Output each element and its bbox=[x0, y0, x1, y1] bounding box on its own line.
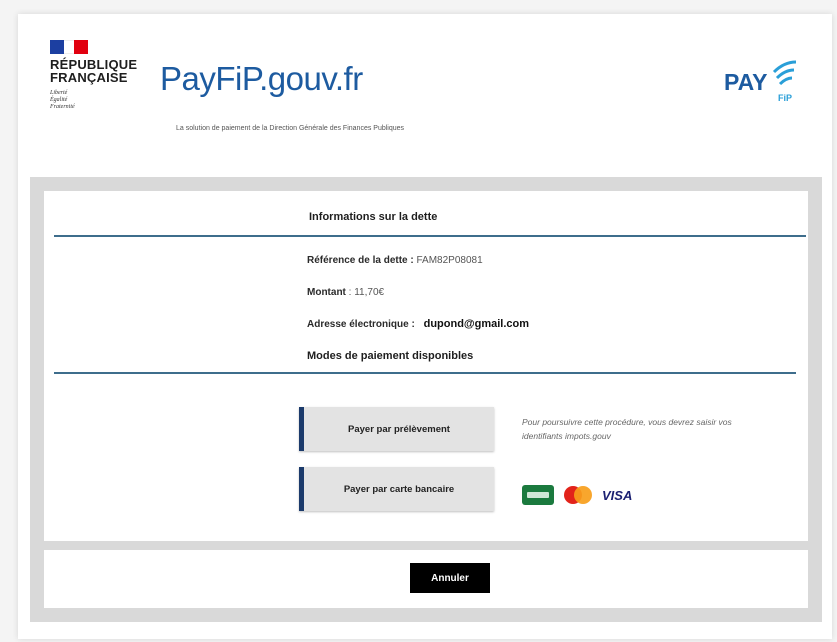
francaise-line: FRANÇAISE bbox=[50, 70, 128, 85]
devise-text: Liberté Égalité Fraternité bbox=[50, 90, 75, 111]
debt-reference: Référence de la dette : FAM82P08081 bbox=[307, 255, 483, 266]
debt-email-label: Adresse électronique : bbox=[307, 319, 415, 330]
card-logos: VISA bbox=[522, 485, 632, 505]
devise-egalite: Égalité bbox=[50, 97, 68, 103]
debt-amount-value: : 11,70€ bbox=[348, 287, 385, 298]
debt-info-title: Informations sur la dette bbox=[309, 211, 438, 223]
mastercard-icon bbox=[562, 485, 594, 505]
cb-card-icon bbox=[522, 485, 554, 505]
pay-by-debit-button[interactable]: Payer par prélèvement bbox=[299, 407, 494, 451]
debt-amount: Montant : 11,70€ bbox=[307, 287, 384, 298]
debit-notice: Pour poursuivre cette procédure, vous de… bbox=[522, 417, 732, 441]
payfip-logo: PAY FiP bbox=[724, 60, 797, 103]
devise-liberte: Liberté bbox=[50, 90, 68, 96]
debt-reference-value: FAM82P08081 bbox=[416, 255, 483, 266]
debt-email: Adresse électronique : dupond@gmail.com bbox=[307, 318, 529, 330]
payfip-logo-text: PAY bbox=[724, 69, 767, 95]
footer-card: Annuler bbox=[44, 550, 808, 608]
debt-email-value: dupond@gmail.com bbox=[423, 318, 530, 330]
payfip-logo-sub: FiP bbox=[778, 93, 792, 103]
pay-by-card-button[interactable]: Payer par carte bancaire bbox=[299, 467, 494, 511]
site-title: PayFiP.gouv.fr bbox=[160, 60, 363, 97]
site-tagline: La solution de paiement de la Direction … bbox=[176, 125, 405, 132]
debt-card: Informations sur la dette Référence de l… bbox=[44, 191, 808, 541]
debt-reference-label: Référence de la dette : bbox=[307, 255, 414, 266]
cancel-button[interactable]: Annuler bbox=[410, 563, 490, 593]
republique-francaise-label: RÉPUBLIQUE FRANÇAISE bbox=[50, 58, 137, 84]
section-divider bbox=[54, 235, 806, 237]
french-flag-icon bbox=[50, 40, 88, 54]
section-divider bbox=[54, 372, 796, 374]
content-panel: Informations sur la dette Référence de l… bbox=[30, 177, 822, 622]
devise-fraternite: Fraternité bbox=[50, 104, 75, 110]
visa-icon: VISA bbox=[602, 487, 633, 503]
payment-page: RÉPUBLIQUE FRANÇAISE Liberté Égalité Fra… bbox=[18, 14, 832, 639]
debt-amount-label: Montant bbox=[307, 287, 346, 298]
payment-modes-title: Modes de paiement disponibles bbox=[307, 350, 474, 362]
